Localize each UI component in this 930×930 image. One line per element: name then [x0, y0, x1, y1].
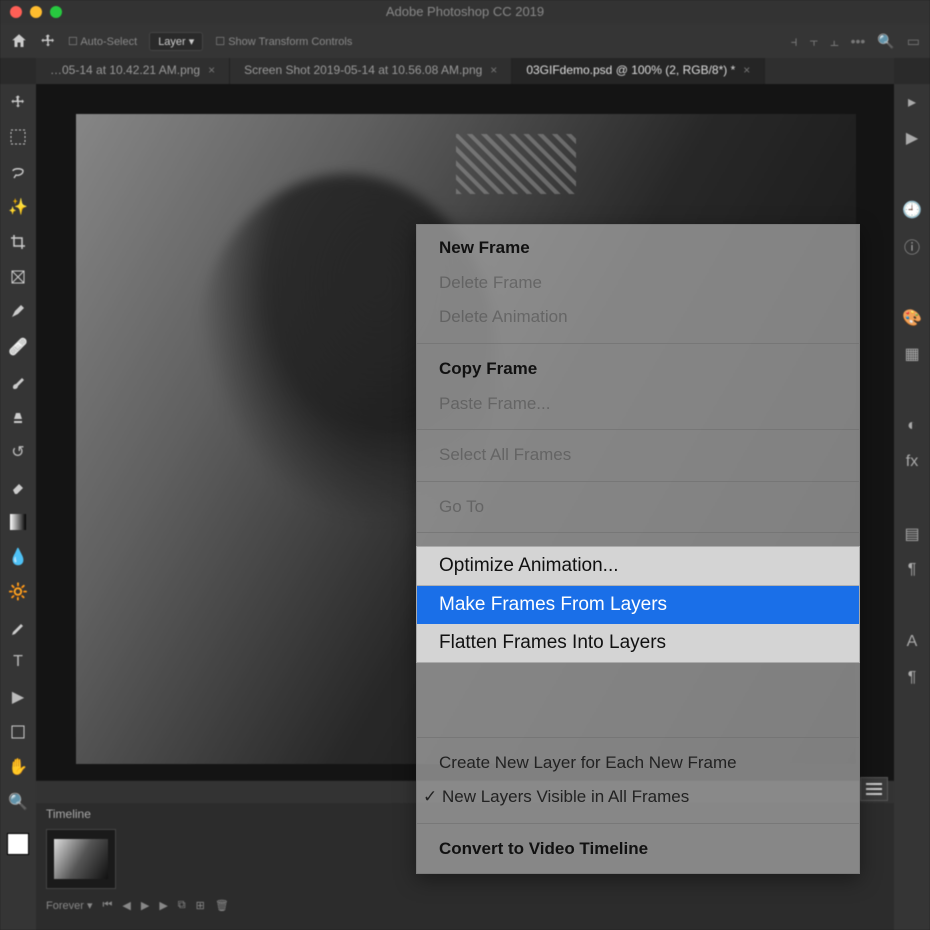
titlebar: Adobe Photoshop CC 2019	[0, 0, 930, 24]
pen-tool-icon[interactable]	[6, 615, 30, 639]
timeline-controls: Forever ▾ ⏮ ◀ ▶ ▶ ⧉ ⊞ 🗑	[36, 893, 894, 917]
zoom-tool-icon[interactable]: 🔍	[6, 790, 30, 814]
app-title: Adobe Photoshop CC 2019	[386, 4, 544, 19]
loop-selector[interactable]: Forever ▾	[46, 899, 92, 912]
menu-item-flatten-frames-into-layers[interactable]: Flatten Frames Into Layers	[417, 624, 859, 662]
layer-select[interactable]: Layer ▾	[149, 32, 203, 51]
first-frame-button[interactable]: ⏮	[102, 899, 112, 912]
align-icon[interactable]: ⫠	[830, 33, 838, 50]
swatches-panel-icon[interactable]: ▦	[902, 344, 922, 364]
close-icon[interactable]: ×	[743, 63, 750, 77]
window-controls	[10, 6, 62, 18]
prev-frame-button[interactable]: ◀	[122, 899, 130, 912]
context-menu-focus-region: Optimize Animation... Make Frames From L…	[416, 546, 860, 663]
panel-icon[interactable]: ▶	[902, 128, 922, 148]
history-brush-tool-icon[interactable]: ↺	[6, 440, 30, 464]
dodge-tool-icon[interactable]: 🔆	[6, 580, 30, 604]
hamburger-icon	[866, 783, 882, 795]
minimize-window-button[interactable]	[30, 6, 42, 18]
character-panel-icon[interactable]: A	[902, 632, 922, 652]
color-swatches[interactable]	[7, 833, 29, 855]
menu-item-copy-frame[interactable]: Copy Frame	[417, 352, 859, 387]
delete-frame-button[interactable]: 🗑	[215, 899, 229, 912]
home-icon[interactable]	[10, 32, 28, 50]
more-icon[interactable]: •••	[851, 33, 866, 50]
next-frame-button[interactable]: ▶	[159, 899, 167, 912]
tools-panel: ✨ 🩹 ↺ 💧 🔆 T ▶ ✋ 🔍	[0, 84, 36, 930]
info-panel-icon[interactable]: ⓘ	[902, 236, 922, 256]
color-panel-icon[interactable]: 🎨	[902, 308, 922, 328]
clone-stamp-tool-icon[interactable]	[6, 405, 30, 429]
menu-item-optimize-animation[interactable]: Optimize Animation...	[417, 547, 859, 585]
close-icon[interactable]: ×	[208, 63, 215, 77]
document-tab[interactable]: Screen Shot 2019-05-14 at 10.56.08 AM.pn…	[230, 58, 512, 84]
close-icon[interactable]: ×	[490, 63, 497, 77]
eraser-tool-icon[interactable]	[6, 475, 30, 499]
menu-item-new-layers-visible[interactable]: New Layers Visible in All Frames	[417, 780, 859, 815]
menu-item-delete-frame: Delete Frame	[417, 266, 859, 301]
gradient-tool-icon[interactable]	[6, 510, 30, 534]
alignment-icons: ⫞ ⫟ ⫠ ••• 🔍 ▭	[791, 33, 920, 50]
frame-tool-icon[interactable]	[6, 265, 30, 289]
align-icon[interactable]: ⫟	[810, 33, 818, 50]
lasso-tool-icon[interactable]	[6, 160, 30, 184]
magic-wand-tool-icon[interactable]: ✨	[6, 195, 30, 219]
right-panel-dock: ▸ ▶ 🕘 ⓘ 🎨 ▦ ◐ fx ▤ ¶ A ¶	[894, 84, 930, 930]
show-transform-checkbox[interactable]: ☐ Show Transform Controls	[215, 35, 352, 48]
paragraph-panel-icon[interactable]: ¶	[902, 560, 922, 580]
frame-thumbnail	[54, 839, 108, 879]
menu-item-go-to: Go To	[417, 490, 859, 525]
marquee-tool-icon[interactable]	[6, 125, 30, 149]
rectangle-tool-icon[interactable]	[6, 720, 30, 744]
menu-item-create-new-layer-each-frame[interactable]: Create New Layer for Each New Frame	[417, 746, 859, 781]
hand-tool-icon[interactable]: ✋	[6, 755, 30, 779]
menu-item-paste-frame: Paste Frame...	[417, 387, 859, 422]
options-bar: ☐ Auto-Select Layer ▾ ☐ Show Transform C…	[0, 24, 930, 58]
document-tabs: …05-14 at 10.42.21 AM.png× Screen Shot 2…	[36, 58, 894, 84]
menu-item-delete-animation: Delete Animation	[417, 300, 859, 335]
type-tool-icon[interactable]: T	[6, 650, 30, 674]
menu-item-new-frame[interactable]: New Frame	[417, 231, 859, 266]
auto-select-checkbox[interactable]: ☐ Auto-Select	[68, 35, 137, 48]
menu-item-make-frames-from-layers[interactable]: Make Frames From Layers	[417, 586, 859, 624]
timeline-frame[interactable]	[46, 829, 116, 889]
blur-tool-icon[interactable]: 💧	[6, 545, 30, 569]
play-button[interactable]: ▶	[141, 899, 149, 912]
document-tab-active[interactable]: 03GIFdemo.psd @ 100% (2, RGB/8*) *×	[512, 58, 765, 84]
search-icon[interactable]: 🔍	[877, 33, 894, 50]
move-tool-icon[interactable]	[40, 33, 56, 49]
eyedropper-tool-icon[interactable]	[6, 300, 30, 324]
adjustments-panel-icon[interactable]: ◐	[902, 416, 922, 436]
glyphs-panel-icon[interactable]: ¶	[902, 668, 922, 688]
brush-tool-icon[interactable]	[6, 370, 30, 394]
close-window-button[interactable]	[10, 6, 22, 18]
crop-tool-icon[interactable]	[6, 230, 30, 254]
new-frame-button[interactable]: ⊞	[196, 899, 205, 912]
menu-item-select-all-frames: Select All Frames	[417, 438, 859, 473]
styles-panel-icon[interactable]: fx	[902, 452, 922, 472]
layers-panel-icon[interactable]: ▤	[902, 524, 922, 544]
workspace-icon[interactable]: ▭	[907, 33, 920, 50]
path-selection-tool-icon[interactable]: ▶	[6, 685, 30, 709]
move-tool-icon[interactable]	[6, 90, 30, 114]
timeline-menu-button[interactable]	[860, 777, 888, 801]
history-panel-icon[interactable]: 🕘	[902, 200, 922, 220]
menu-item-convert-video-timeline[interactable]: Convert to Video Timeline	[417, 832, 859, 867]
document-tab[interactable]: …05-14 at 10.42.21 AM.png×	[36, 58, 230, 84]
tween-button[interactable]: ⧉	[178, 899, 186, 912]
align-icon[interactable]: ⫞	[791, 33, 798, 50]
zoom-window-button[interactable]	[50, 6, 62, 18]
healing-brush-tool-icon[interactable]: 🩹	[6, 335, 30, 359]
panel-icon[interactable]: ▸	[902, 92, 922, 112]
